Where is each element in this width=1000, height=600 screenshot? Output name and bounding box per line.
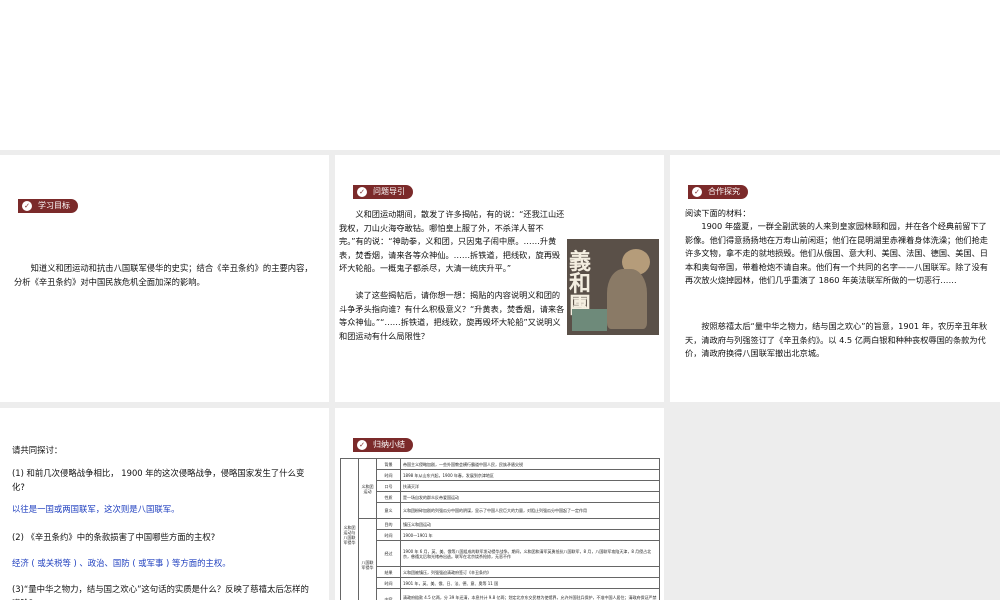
section-tag-icon: ✓: [692, 187, 702, 197]
question-guide-prompt: 读了这些揭帖后，请你想一想：揭贴的内容说明义和团的斗争矛头指向谁？有什么积极意义…: [339, 290, 565, 341]
section-tag-label: 问题导引: [373, 187, 405, 196]
discussion-lead: 请共同探讨：: [12, 445, 63, 455]
section-tag-icon: ✓: [357, 187, 367, 197]
summary-row-text: 镇压义和团运动: [400, 518, 660, 530]
image-title: 義和團: [569, 249, 592, 319]
summary-row-text: 扶清灭洋: [400, 480, 660, 492]
summary-row-label: 口号: [376, 480, 401, 492]
summary-row-label: 结果: [376, 566, 401, 578]
section-tag-label: 归纳小结: [373, 440, 405, 449]
slide-summary[interactable]: ✓ 归纳小结 义和团运动与八国联军侵华 义和团运动 背景 帝国主义侵略加剧，一些…: [335, 408, 664, 600]
section-tag: ✓ 问题导引: [353, 185, 413, 199]
summary-row-label: 内容: [376, 588, 401, 600]
question-2: (2) 《辛丑条约》中的条款损害了中国哪些方面的主权?: [12, 532, 216, 542]
inquiry-material-2: 按照慈禧太后“量中华之物力，结与国之欢心”的旨意，1901 年，农历辛丑年秋天，…: [685, 321, 988, 359]
summary-row-label: 经过: [376, 540, 401, 567]
summary-row-text: 帝国主义侵略加剧，一些外国教会横行霸道中国人民，民族矛盾尖锐: [400, 458, 660, 470]
learning-goals-text: 知道义和团运动和抗击八国联军侵华的史实；结合《辛丑条约》的主要内容，分析《辛丑条…: [14, 263, 313, 287]
slide-question-guide[interactable]: ✓ 问题导引 义和团运动期间，散发了许多揭帖，有的说：“还我江山还我权，刀山火海…: [335, 155, 664, 402]
summary-row-text: 义和团被镇压，列强强迫清政府签订《辛丑条约》: [400, 566, 660, 578]
summary-row-label: 时间: [376, 469, 401, 481]
inquiry-material-1: 1900 年盛夏，一群全副武装的人来到皇家园林颐和园，并在各个经典前留下了影像。…: [685, 221, 988, 286]
summary-row-label: 时间: [376, 577, 401, 589]
summary-row-label: 背景: [376, 458, 401, 470]
slide-discussion[interactable]: 请共同探讨： (1) 和前几次侵略战争相比， 1900 年的这次侵略战争，侵略国…: [0, 408, 329, 600]
section-tag-label: 学习目标: [38, 201, 70, 210]
summary-table: 义和团运动与八国联军侵华 义和团运动 背景 帝国主义侵略加剧，一些外国教会横行霸…: [340, 458, 660, 600]
summary-main-heading: 义和团运动与八国联军侵华: [340, 458, 359, 600]
summary-row-label: 目的: [376, 518, 401, 530]
summary-boxer-heading: 义和团运动: [358, 458, 377, 519]
summary-row-label: 意义: [376, 502, 401, 519]
answer-1: 以往是一国或两国联军，这次则是八国联军。: [12, 504, 180, 514]
question-1: (1) 和前几次侵略战争相比， 1900 年的这次侵略战争，侵略国家发生了什么变…: [12, 468, 305, 492]
image-figure: [572, 309, 607, 331]
boxer-movement-image: 義和團: [567, 239, 659, 335]
summary-row-text: 1900 年 6 月，英、美、俄等八国组成的联军发动侵华战争。期间，义和团和清军…: [400, 540, 660, 567]
summary-row-text: 1901 年，英、美、俄、日、法、德、意、奥等 11 国: [400, 577, 660, 589]
question-3: (3)“量中华之物力，结与国之欢心”这句话的实质是什么？反映了慈禧太后怎样的嘴脸…: [12, 584, 309, 600]
summary-row-text: 1898 年从山东兴起，1900 年春，发展到京津地区: [400, 469, 660, 481]
slide-cooperative-inquiry[interactable]: ✓ 合作探究 阅读下面的材料： 1900 年盛夏，一群全副武装的人来到皇家园林颐…: [670, 155, 1000, 402]
top-blank-area: [0, 0, 1000, 150]
section-tag-icon: ✓: [22, 201, 32, 211]
section-tag-icon: ✓: [357, 440, 367, 450]
section-tag: ✓ 学习目标: [18, 199, 78, 213]
section-tag: ✓ 归纳小结: [353, 438, 413, 452]
question-guide-quote: 义和团运动期间，散发了许多揭帖，有的说：“还我江山还我权，刀山火海夺敢钻。哪怕皇…: [339, 209, 565, 273]
summary-allied-heading: 八国联军侵华: [358, 518, 377, 600]
summary-row-text: 清政府赔款 4.5 亿两，分 39 年还清，本息共计 9.8 亿两；划定北京东交…: [400, 588, 660, 600]
summary-row-text: 1900—1901 年: [400, 529, 660, 541]
slide-learning-goals[interactable]: ✓ 学习目标 知道义和团运动和抗击八国联军侵华的史实；结合《辛丑条约》的主要内容…: [0, 155, 329, 402]
summary-row-text: 义和团粉碎加剧的列强瓜分中国的阴谋，显示了中国人民巨大的力量，对阻止列强瓜分中国…: [400, 502, 660, 519]
summary-row-label: 时间: [376, 529, 401, 541]
summary-row-text: 是一场自发的群众反帝爱国运动: [400, 491, 660, 503]
inquiry-intro: 阅读下面的材料：: [685, 208, 751, 218]
section-tag: ✓ 合作探究: [688, 185, 748, 199]
image-figure: [607, 269, 647, 329]
summary-row-label: 性质: [376, 491, 401, 503]
answer-2: 经济 ( 或关税等 ) 、政治、国防 ( 或军事 ) 等方面的主权。: [12, 558, 231, 568]
section-tag-label: 合作探究: [708, 187, 740, 196]
